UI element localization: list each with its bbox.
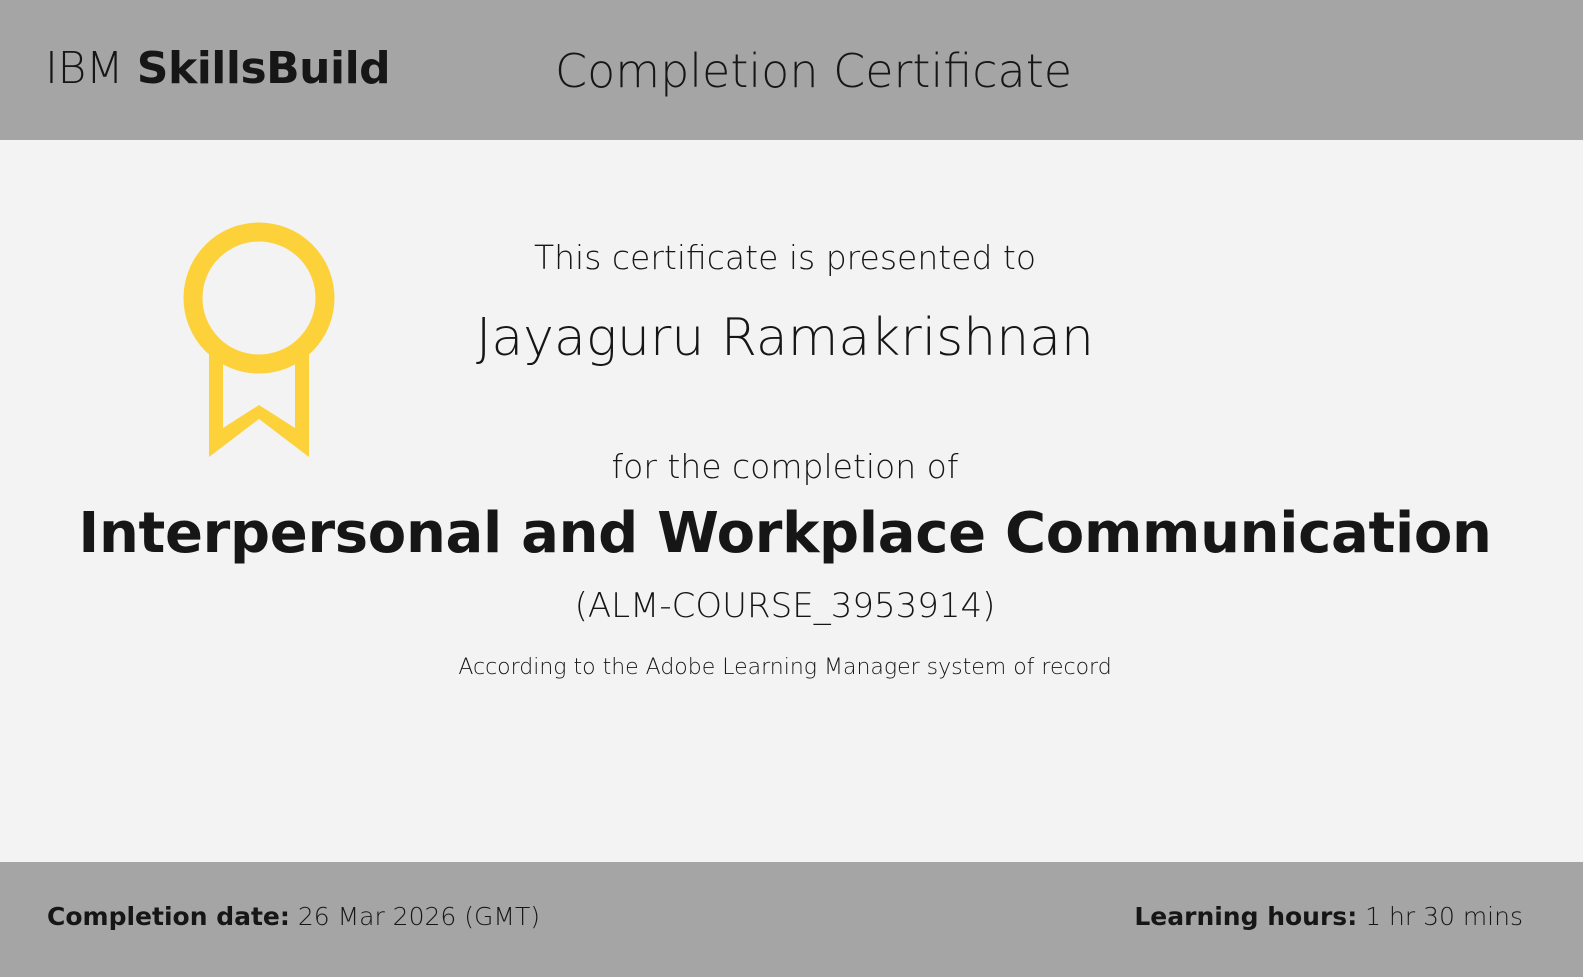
completion-date-value: 26 Mar 2026 (GMT) xyxy=(297,902,540,931)
course-code: (ALM-COURSE_3953914) xyxy=(574,586,996,626)
completion-date: Completion date: 26 Mar 2026 (GMT) xyxy=(47,900,540,934)
certificate-title: Completion Certificate xyxy=(555,44,1073,98)
completion-date-label: Completion date: xyxy=(47,902,290,931)
learning-hours-value: 1 hr 30 mins xyxy=(1365,902,1523,931)
record-note: According to the Adobe Learning Manager … xyxy=(458,655,1112,680)
recipient-name: Jayaguru Ramakrishnan xyxy=(475,308,1094,368)
brand-logo: IBM SkillsBuild xyxy=(45,42,391,96)
brand-name: SkillsBuild xyxy=(136,43,391,94)
presented-to-text: This certificate is presented to xyxy=(533,238,1037,277)
completion-text: for the completion of xyxy=(611,447,959,486)
learning-hours-label: Learning hours: xyxy=(1134,902,1358,931)
brand-prefix: IBM xyxy=(45,43,124,94)
certificate-header: IBM SkillsBuild Completion Certificate xyxy=(0,0,1583,140)
certificate-footer: Completion date: 26 Mar 2026 (GMT) Learn… xyxy=(0,862,1583,977)
course-title: Interpersonal and Workplace Communicatio… xyxy=(78,501,1492,566)
learning-hours: Learning hours: 1 hr 30 mins xyxy=(1134,900,1523,934)
